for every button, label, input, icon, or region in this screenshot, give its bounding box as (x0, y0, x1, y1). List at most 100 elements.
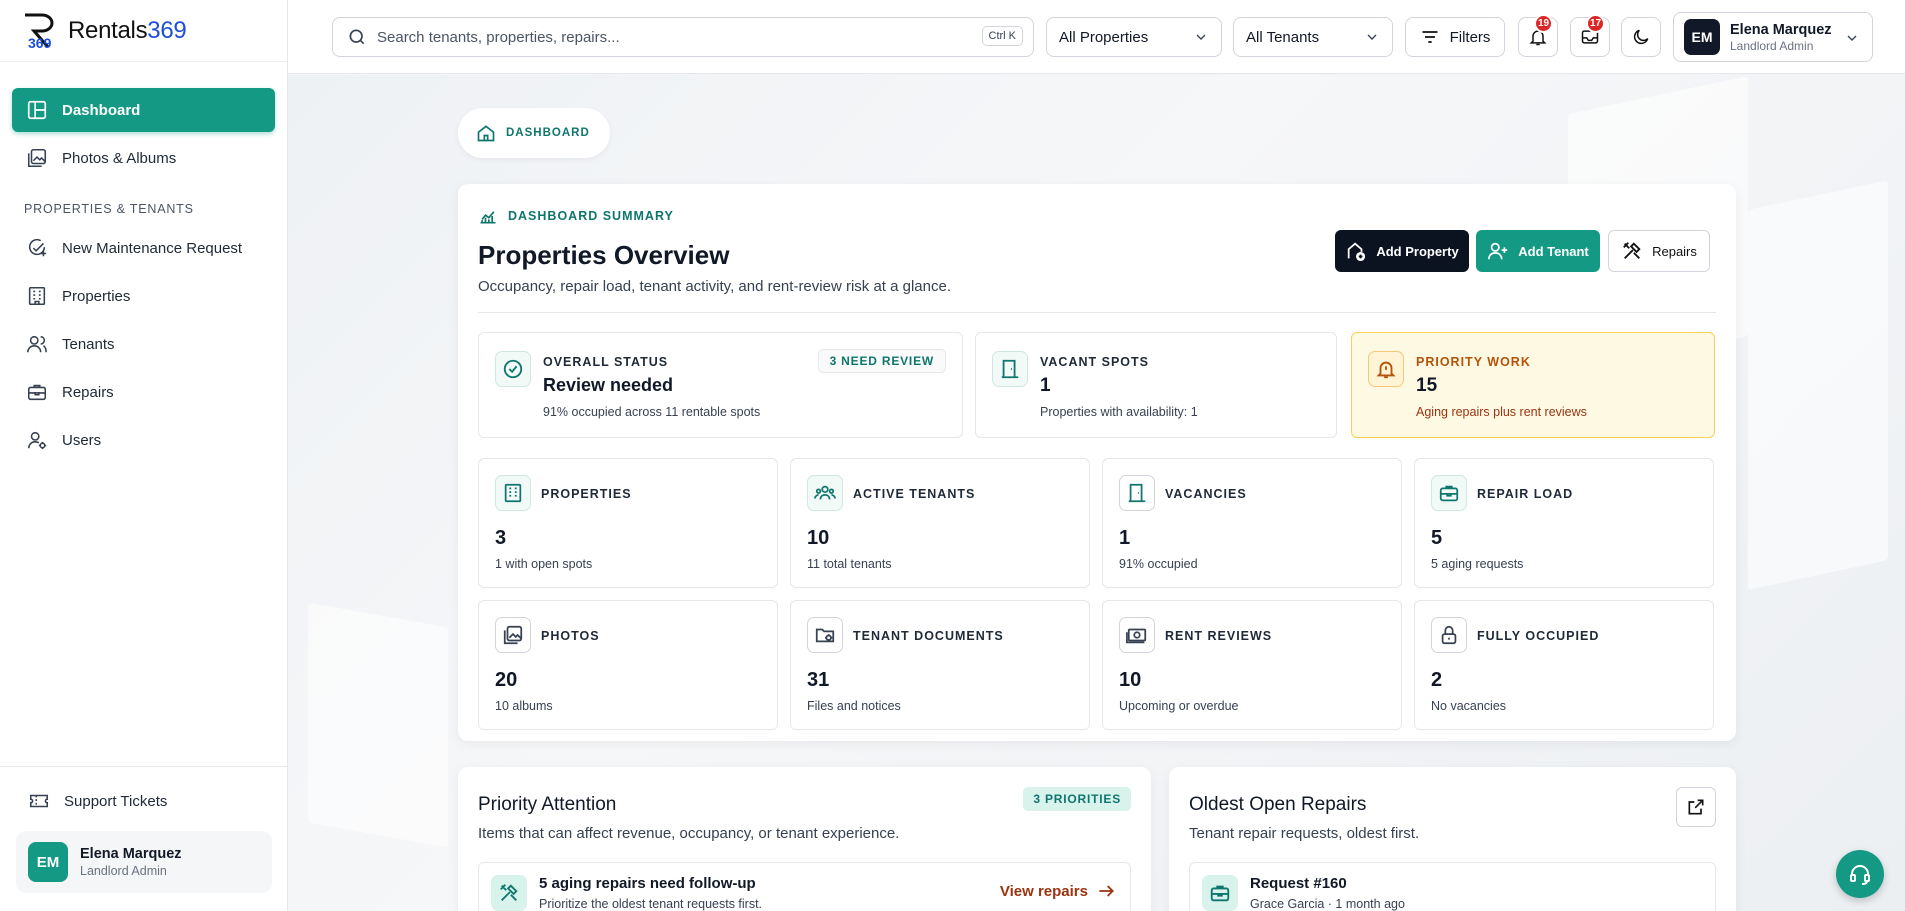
repair-item-sub: Grace Garcia · 1 month ago (1250, 897, 1405, 911)
dashboard-summary-card: DASHBOARD SUMMARY Properties Overview Oc… (458, 184, 1736, 741)
tenants-filter-value: All Tenants (1246, 28, 1320, 46)
metric-note: Files and notices (807, 699, 901, 713)
background-decoration (1748, 180, 1888, 590)
tenants-filter-select[interactable]: All Tenants (1233, 17, 1393, 57)
metric-properties[interactable]: PROPERTIES 3 1 with open spots (478, 458, 778, 588)
toolbox-icon (27, 384, 47, 401)
priorities-badge: 3 PRIORITIES (1023, 787, 1131, 811)
sidebar-item-photos[interactable]: Photos & Albums (12, 136, 275, 180)
folder-gear-icon (815, 628, 835, 643)
metric-vacancies[interactable]: VACANCIES 1 91% occupied (1102, 458, 1402, 588)
metric-note: Upcoming or overdue (1119, 699, 1239, 713)
filters-button[interactable]: Filters (1405, 17, 1505, 57)
metric-active-tenants[interactable]: ACTIVE TENANTS 10 11 total tenants (790, 458, 1090, 588)
metric-fully-occupied[interactable]: FULLY OCCUPIED 2 No vacancies (1414, 600, 1714, 730)
add-tenant-button[interactable]: Add Tenant (1476, 230, 1600, 272)
user-plus-icon (1488, 242, 1508, 260)
avatar: EM (28, 842, 68, 882)
notifications-button[interactable]: 19 (1518, 14, 1558, 57)
view-repairs-link[interactable]: View repairs (1000, 881, 1116, 901)
sidebar-footer: Support Tickets EM Elena Marquez Landlor… (0, 766, 288, 911)
add-property-label: Add Property (1376, 243, 1459, 259)
brand[interactable]: 369 Rentals369 (0, 0, 287, 62)
sidebar-item-label: Dashboard (62, 101, 141, 119)
view-repairs-label: View repairs (999, 882, 1088, 900)
metric-note: 10 albums (495, 699, 553, 713)
sidebar-item-dashboard[interactable]: Dashboard (12, 88, 275, 132)
sidebar-item-label: New Maintenance Request (62, 239, 243, 257)
sidebar-item-users[interactable]: Users (12, 418, 275, 462)
metric-value: 3 (495, 527, 507, 549)
metric-label: VACANCIES (1165, 487, 1247, 501)
help-chat-button[interactable] (1836, 850, 1884, 898)
metric-repair-load[interactable]: REPAIR LOAD 5 5 aging requests (1414, 458, 1714, 588)
repairs-button[interactable]: Repairs (1608, 230, 1710, 272)
breadcrumb[interactable]: DASHBOARD (458, 108, 610, 158)
repair-request-item[interactable]: Request #160 Grace Garcia · 1 month ago (1189, 862, 1716, 911)
sidebar-section-heading: PROPERTIES & TENANTS (24, 202, 194, 216)
metric-label: REPAIR LOAD (1477, 487, 1574, 501)
sidebar-item-new-maintenance-request[interactable]: New Maintenance Request (12, 226, 275, 270)
add-property-button[interactable]: Add Property (1335, 230, 1469, 272)
sidebar-item-label: Properties (62, 287, 131, 305)
tile-icon (807, 617, 843, 653)
support-tickets-label: Support Tickets (64, 792, 168, 810)
tile-note: Properties with availability: 1 (1040, 405, 1198, 419)
messages-button[interactable]: 17 (1570, 14, 1610, 57)
sidebar-item-properties[interactable]: Properties (12, 274, 275, 318)
sidebar-item-label: Photos & Albums (62, 149, 177, 167)
status-badge: 3 NEED REVIEW (817, 349, 946, 373)
open-repairs-external-button[interactable] (1676, 787, 1716, 827)
page-subtitle: Occupancy, repair load, tenant activity,… (478, 278, 952, 295)
sidebar-user-card[interactable]: EM Elena Marquez Landlord Admin (16, 831, 272, 893)
metric-rent-reviews[interactable]: RENT REVIEWS 10 Upcoming or overdue (1102, 600, 1402, 730)
avatar: EM (1684, 19, 1720, 55)
profile-name: Elena Marquez (1730, 21, 1832, 38)
sidebar-item-tenants[interactable]: Tenants (12, 322, 275, 366)
search-icon (349, 29, 365, 45)
overall-status-tile[interactable]: OVERALL STATUS Review needed 91% occupie… (478, 332, 963, 438)
properties-filter-value: All Properties (1059, 28, 1149, 46)
user-meta: Elena Marquez Landlord Admin (80, 846, 182, 878)
tile-label: OVERALL STATUS (543, 355, 669, 369)
metric-tenant-documents[interactable]: TENANT DOCUMENTS 31 Files and notices (790, 600, 1090, 730)
bell-alert-icon (1376, 361, 1396, 379)
user-name: Elena Marquez (80, 846, 182, 862)
page-title: Properties Overview (478, 240, 730, 270)
moon-icon (1633, 29, 1649, 45)
section-title: Priority Attention (478, 794, 617, 815)
priority-work-tile[interactable]: PRIORITY WORK 15 Aging repairs plus rent… (1351, 332, 1715, 438)
section-title: Oldest Open Repairs (1189, 794, 1367, 815)
tile-icon (992, 351, 1028, 387)
priority-item[interactable]: 5 aging repairs need follow-up Prioritiz… (478, 862, 1131, 911)
tile-icon (1119, 475, 1155, 511)
toolbox-icon (1210, 885, 1230, 902)
vacant-spots-tile[interactable]: VACANT SPOTS 1 Properties with availabil… (975, 332, 1337, 438)
metric-value: 1 (1119, 527, 1131, 549)
properties-filter-select[interactable]: All Properties (1046, 17, 1222, 57)
sidebar-item-label: Repairs (62, 383, 114, 401)
home-icon (477, 125, 495, 142)
theme-toggle-button[interactable] (1621, 17, 1661, 57)
metric-label: PROPERTIES (541, 487, 632, 501)
sidebar-item-label: Users (62, 431, 102, 449)
money-icon (1126, 628, 1147, 644)
tile-icon (1368, 351, 1404, 387)
search-input[interactable] (377, 28, 977, 46)
user-role: Landlord Admin (80, 864, 167, 878)
search-box[interactable]: Ctrl K (332, 17, 1034, 57)
metric-note: 91% occupied (1119, 557, 1198, 571)
repair-item-icon (1202, 875, 1238, 911)
support-tickets-link[interactable]: Support Tickets (16, 783, 272, 819)
metric-value: 31 (807, 669, 830, 691)
arrow-right-icon (1099, 885, 1114, 897)
profile-menu[interactable]: EM Elena Marquez Landlord Admin (1673, 12, 1873, 62)
priority-item-title: 5 aging repairs need follow-up (539, 875, 756, 892)
sidebar-item-repairs[interactable]: Repairs (12, 370, 275, 414)
profile-meta: Elena Marquez Landlord Admin (1730, 22, 1832, 53)
metric-photos[interactable]: PHOTOS 20 10 albums (478, 600, 778, 730)
building-icon (28, 286, 46, 306)
tile-value: Review needed (543, 375, 674, 395)
metric-note: 5 aging requests (1431, 557, 1524, 571)
messages-badge: 17 (1586, 14, 1605, 33)
